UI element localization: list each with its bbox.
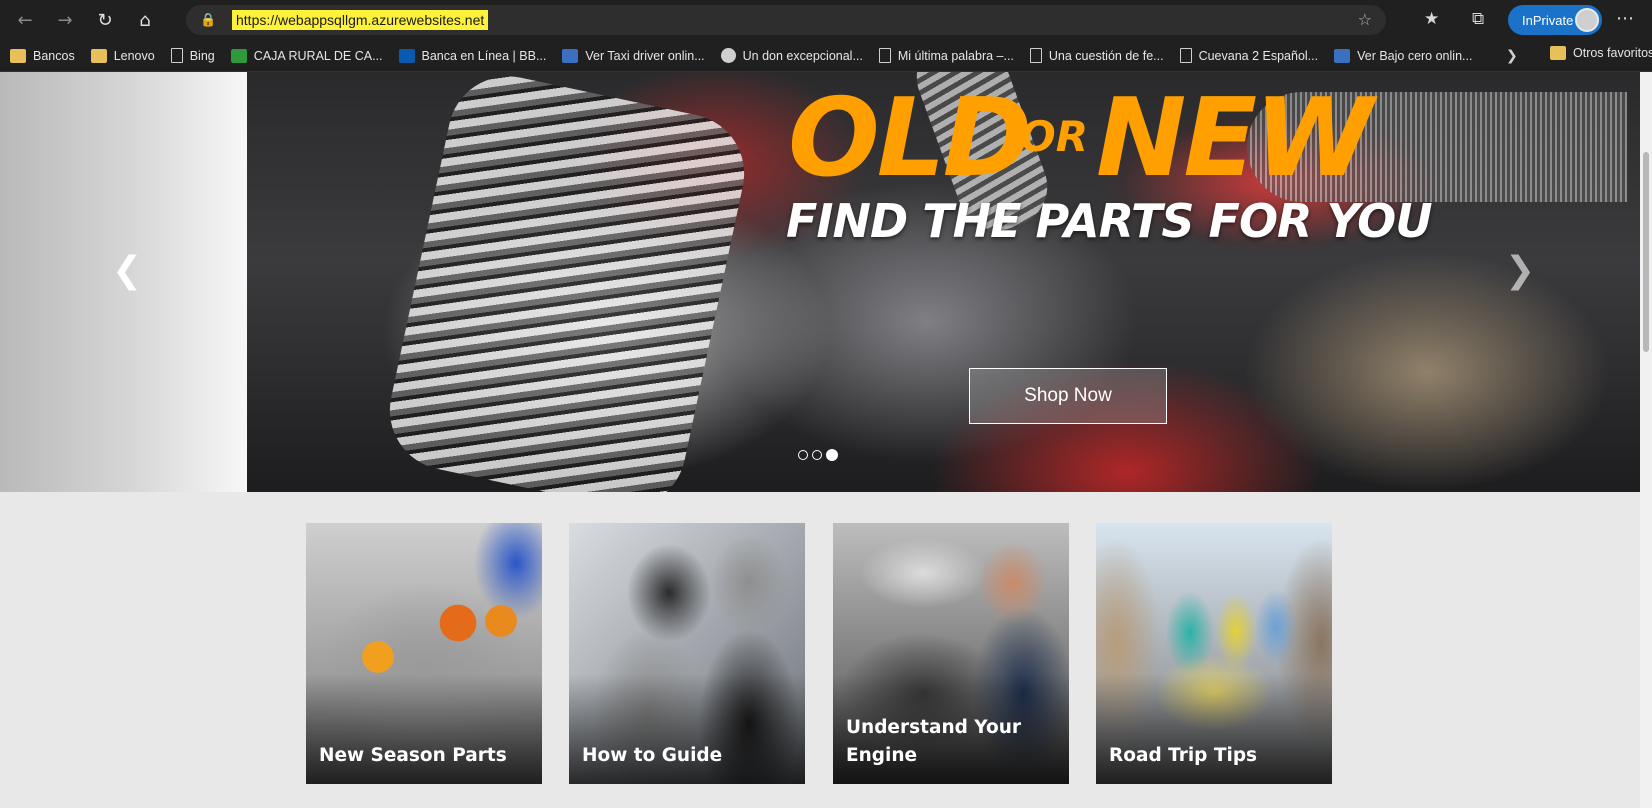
card-road-trip-tips[interactable]: Road Trip Tips [1096, 523, 1332, 784]
wordpress-icon [720, 48, 736, 63]
card-title: New Season Parts [319, 745, 507, 766]
home-icon[interactable]: ⌂ [130, 5, 160, 35]
bookmark-item[interactable]: Banca en Línea | BB... [398, 48, 547, 63]
bookmark-label: CAJA RURAL DE CA... [253, 48, 383, 63]
scrollbar-thumb[interactable] [1643, 152, 1649, 352]
hero-tagline: FIND THE PARTS FOR YOU [786, 194, 1433, 248]
bookmark-label: Una cuestión de fe... [1048, 48, 1164, 63]
carousel-indicators [798, 449, 838, 461]
bookmark-label: Un don excepcional... [742, 48, 863, 63]
bookmark-item[interactable]: Una cuestión de fe... [1029, 48, 1164, 63]
more-menu-icon[interactable]: ⋯ [1616, 8, 1635, 29]
other-favorites-label: Otros favoritos [1573, 46, 1652, 60]
card-title: Road Trip Tips [1109, 745, 1258, 766]
bookmark-label: Ver Taxi driver onlin... [585, 48, 705, 63]
engine-hose-graphic [378, 72, 756, 492]
bbva-icon [398, 48, 415, 63]
headline-old: OLD [788, 76, 1032, 201]
card-how-to-guide[interactable]: How to Guide [569, 523, 805, 784]
carousel-prev-icon[interactable]: ❮ [112, 250, 142, 291]
folder-icon [1550, 46, 1566, 60]
bookmark-item[interactable]: CAJA RURAL DE CA... [230, 48, 383, 63]
other-favorites-folder[interactable]: Otros favoritos [1550, 46, 1652, 60]
hero-carousel: OLD OR NEW FIND THE PARTS FOR YOU Shop N… [0, 72, 1640, 492]
bookmark-item[interactable]: Un don excepcional... [720, 48, 863, 63]
inprivate-label: InPrivate [1522, 12, 1574, 28]
add-favorite-icon[interactable]: ☆ [1358, 10, 1372, 29]
inprivate-button[interactable]: InPrivate [1508, 5, 1602, 35]
bookmark-label: Lenovo [113, 48, 155, 63]
url-text[interactable]: https://webappsqllgm.azurewebsites.net [232, 10, 489, 30]
page-icon [1029, 48, 1042, 63]
profile-avatar [1575, 8, 1599, 32]
bookmark-item[interactable]: Cuevana 2 Español... [1179, 48, 1319, 63]
favorites-bar: Bancos Lenovo Bing CAJA RURAL DE CA... B… [0, 40, 1652, 72]
bookmark-item[interactable]: Mi última palabra –... [878, 48, 1014, 63]
lock-icon[interactable]: 🔒 [200, 13, 218, 28]
carousel-next-icon[interactable]: ❯ [1505, 250, 1535, 291]
bookmark-label: Mi última palabra –... [897, 48, 1014, 63]
bookmark-item[interactable]: Lenovo [90, 48, 155, 63]
bookmark-item[interactable]: Bancos [10, 48, 75, 63]
page-icon [170, 48, 183, 63]
address-bar[interactable]: 🔒 https://webappsqllgm.azurewebsites.net… [186, 5, 1386, 35]
bookmark-item[interactable]: Ver Taxi driver onlin... [562, 48, 705, 63]
forward-icon[interactable]: → [50, 5, 80, 35]
bookmark-item[interactable]: Bing [170, 48, 215, 63]
bookmark-item[interactable]: Ver Bajo cero onlin... [1334, 48, 1473, 63]
favorites-icon[interactable]: ★ [1424, 9, 1439, 29]
video-site-icon [562, 48, 579, 63]
folder-icon [10, 48, 26, 63]
page-icon [878, 48, 891, 63]
shop-now-button[interactable]: Shop Now [969, 368, 1167, 424]
page-icon [1179, 48, 1192, 63]
card-title: Understand Your Engine [846, 717, 1022, 766]
refresh-icon[interactable]: ↻ [90, 5, 120, 35]
bookmark-label: Bancos [33, 48, 75, 63]
carousel-dot[interactable] [812, 450, 822, 460]
headline-new: NEW [1096, 76, 1373, 201]
card-new-season-parts[interactable]: New Season Parts [306, 523, 542, 784]
headline-or: OR [1020, 112, 1089, 161]
video-site-icon [1334, 48, 1351, 63]
carousel-dot[interactable] [798, 450, 808, 460]
folder-icon [90, 48, 107, 63]
card-title: How to Guide [582, 745, 723, 766]
card-understand-engine[interactable]: Understand Your Engine [833, 523, 1069, 784]
caja-rural-icon [230, 48, 247, 63]
browser-toolbar: ← → ↻ ⌂ 🔒 https://webappsqllgm.azurewebs… [0, 0, 1652, 40]
bookmark-label: Bing [189, 48, 215, 63]
page-scrollbar[interactable] [1640, 72, 1652, 808]
bookmark-label: Cuevana 2 Español... [1198, 48, 1319, 63]
carousel-dot-active[interactable] [826, 449, 838, 461]
chevron-right-icon[interactable]: ❯ [1506, 48, 1518, 64]
back-icon[interactable]: ← [10, 5, 40, 35]
collections-icon[interactable]: ⧉ [1472, 9, 1484, 29]
bookmark-label: Banca en Línea | BB... [421, 48, 547, 63]
bookmark-label: Ver Bajo cero onlin... [1357, 48, 1473, 63]
